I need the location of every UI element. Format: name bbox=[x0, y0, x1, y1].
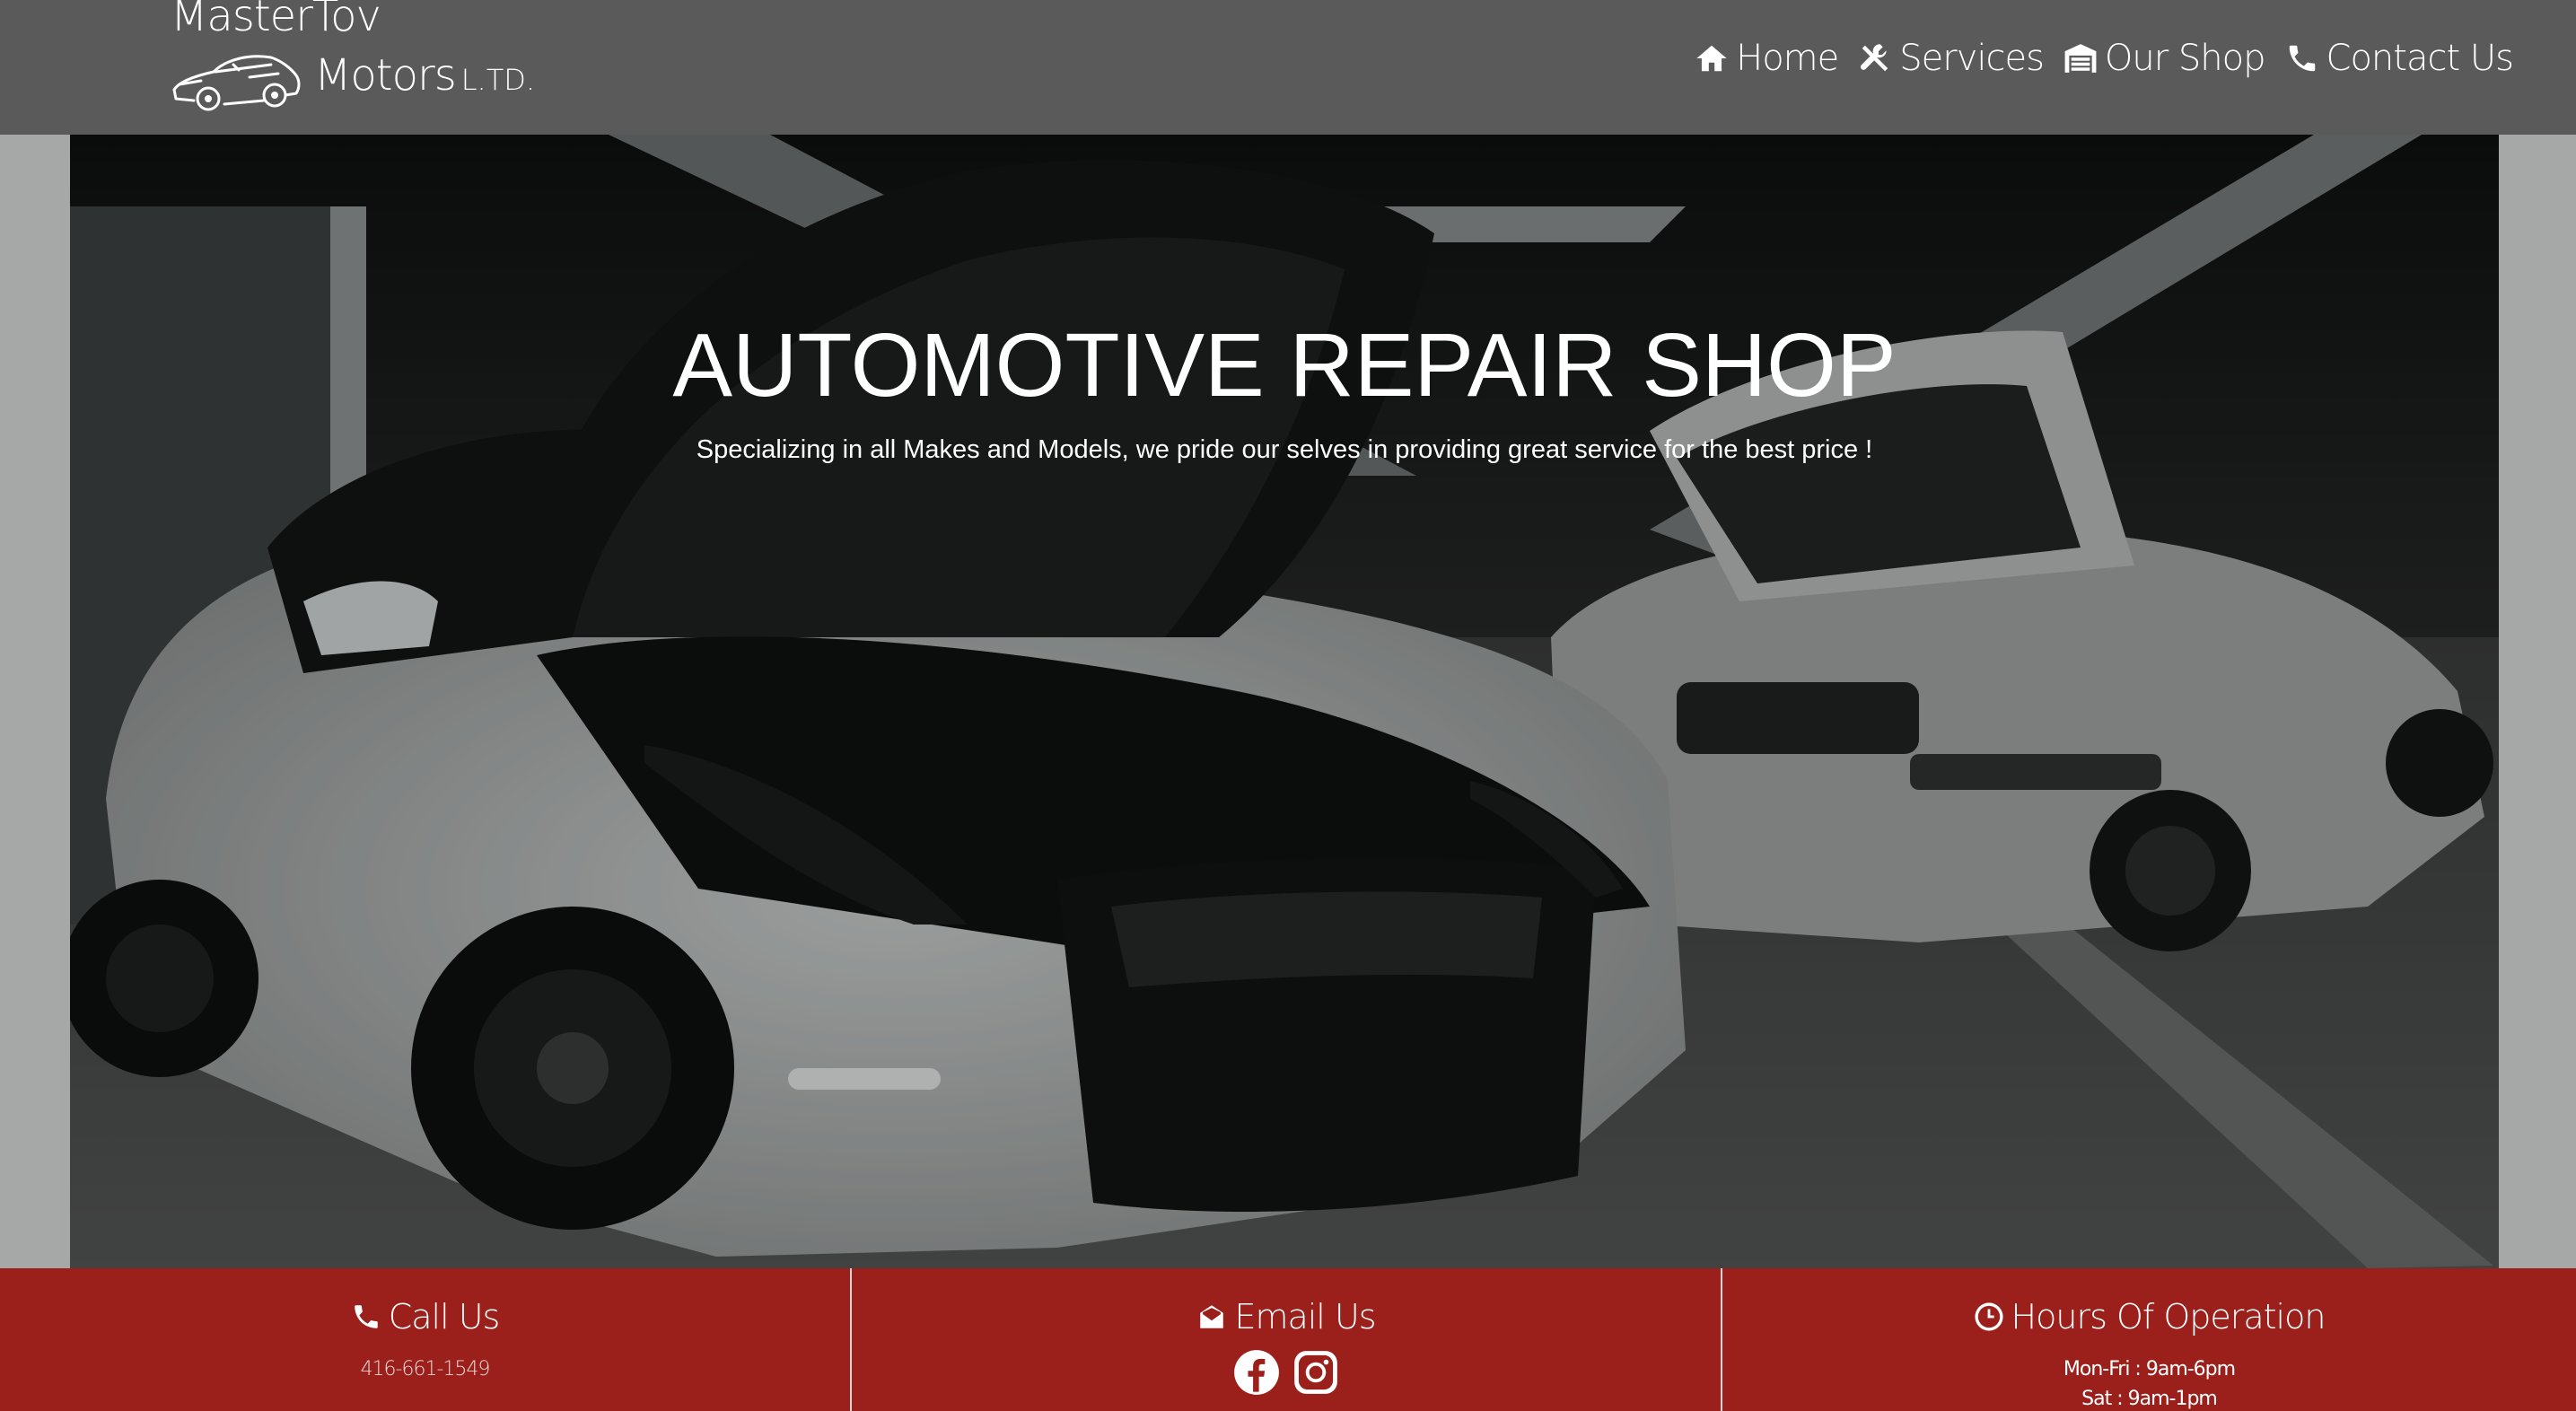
clock-icon bbox=[1974, 1302, 2003, 1331]
envelope-icon bbox=[1200, 1305, 1224, 1328]
garage-icon bbox=[2064, 44, 2097, 73]
home-icon bbox=[1696, 45, 1727, 72]
call-us-heading[interactable]: Call Us bbox=[0, 1297, 850, 1337]
email-us-label: Email Us bbox=[1234, 1297, 1376, 1337]
nav-services[interactable]: Services bbox=[1858, 38, 2045, 79]
hours-section: Hours Of Operation Mon-Fri : 9am-6pm Sat… bbox=[1721, 1268, 2576, 1411]
instagram-icon[interactable] bbox=[1292, 1349, 1339, 1396]
call-us-section: Call Us 416-661-1549 bbox=[0, 1268, 850, 1411]
hours-heading: Hours Of Operation bbox=[1722, 1297, 2576, 1337]
email-us-heading[interactable]: Email Us bbox=[852, 1297, 1721, 1337]
hours-weekday: Mon-Fri : 9am-6pm bbox=[2063, 1358, 2236, 1380]
brand-logo[interactable]: MasterTov Motors L.TD. bbox=[169, 0, 546, 126]
hours-label: Hours Of Operation bbox=[2011, 1297, 2326, 1337]
nav-our-shop-label: Our Shop bbox=[2104, 38, 2266, 79]
car-logo-icon bbox=[172, 55, 301, 111]
main-nav: Home Services Our Shop Contact Us bbox=[1695, 38, 2514, 79]
tools-icon bbox=[1861, 44, 1888, 72]
email-us-section: Email Us bbox=[850, 1268, 1721, 1411]
nav-contact-us-label: Contact Us bbox=[2326, 38, 2514, 79]
hero-banner: AUTOMOTIVE REPAIR SHOP Specializing in a… bbox=[70, 135, 2499, 1268]
site-header: MasterTov Motors L.TD. Home Services Our… bbox=[0, 0, 2576, 135]
phone-number-link[interactable]: 416-661-1549 bbox=[0, 1358, 850, 1380]
brand-name-line2: Motors L.TD. bbox=[314, 50, 535, 101]
nav-home-label: Home bbox=[1736, 38, 1839, 79]
facebook-icon[interactable] bbox=[1233, 1349, 1280, 1396]
hero-subtitle: Specializing in all Makes and Models, we… bbox=[696, 435, 1873, 464]
brand-motors: Motors bbox=[314, 50, 457, 101]
nav-contact-us[interactable]: Contact Us bbox=[2285, 38, 2514, 79]
hours-saturday: Sat : 9am-1pm bbox=[2081, 1388, 2218, 1410]
nav-our-shop[interactable]: Our Shop bbox=[2063, 38, 2266, 79]
social-links bbox=[852, 1349, 1721, 1396]
call-us-label: Call Us bbox=[388, 1297, 501, 1337]
nav-services-label: Services bbox=[1899, 38, 2045, 79]
nav-home[interactable]: Home bbox=[1695, 38, 1839, 79]
phone-icon bbox=[2289, 45, 2315, 72]
hero-title: AUTOMOTIVE REPAIR SHOP bbox=[672, 315, 1897, 416]
phone-icon bbox=[354, 1305, 378, 1328]
hero-background-photo bbox=[70, 135, 2499, 1268]
contact-info-bar: Call Us 416-661-1549 Email Us Hours Of O… bbox=[0, 1268, 2576, 1411]
brand-suffix: L.TD. bbox=[460, 63, 536, 97]
brand-name-line1: MasterTov bbox=[171, 0, 381, 41]
